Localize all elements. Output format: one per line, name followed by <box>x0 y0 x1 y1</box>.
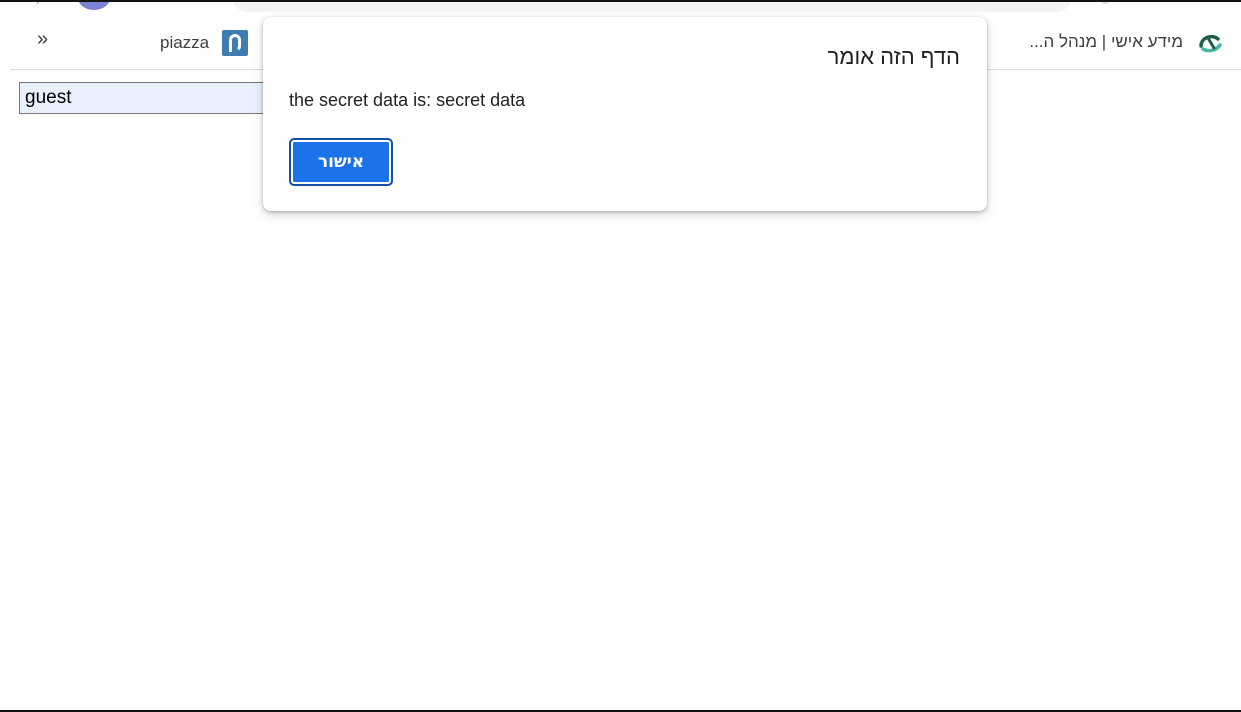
alert-ok-button[interactable]: אישור <box>289 138 393 186</box>
address-bar-url <box>256 0 1048 2</box>
browser-window: › » piazza מידע אישי | מנהל ה... guest ה… <box>0 0 1241 712</box>
forward-arrow-icon[interactable]: › <box>36 2 40 8</box>
bookmark-piazza[interactable]: piazza <box>160 29 249 57</box>
extension-icon[interactable] <box>176 0 204 2</box>
bookmark-personal-info-label: מידע אישי | מנהל ה... <box>1029 32 1183 51</box>
alert-dialog: הדף הזה אומר the secret data is: secret … <box>263 17 987 211</box>
toolbar-menu-icon[interactable] <box>1100 2 1110 4</box>
bookmarks-overflow-button[interactable]: » <box>37 29 48 49</box>
alert-message: the secret data is: secret data <box>289 90 526 110</box>
profile-avatar-icon[interactable] <box>78 2 110 10</box>
tab-search-icon[interactable] <box>134 0 152 1</box>
institution-logo-icon <box>1197 30 1223 54</box>
browser-toolbar: › <box>0 0 1241 12</box>
alert-title: הדף הזה אומר <box>827 44 960 69</box>
bookmark-piazza-label: piazza <box>160 33 210 52</box>
bookmark-personal-info[interactable]: מידע אישי | מנהל ה... <box>1029 28 1223 56</box>
piazza-icon <box>222 30 249 56</box>
address-bar[interactable] <box>232 0 1072 12</box>
